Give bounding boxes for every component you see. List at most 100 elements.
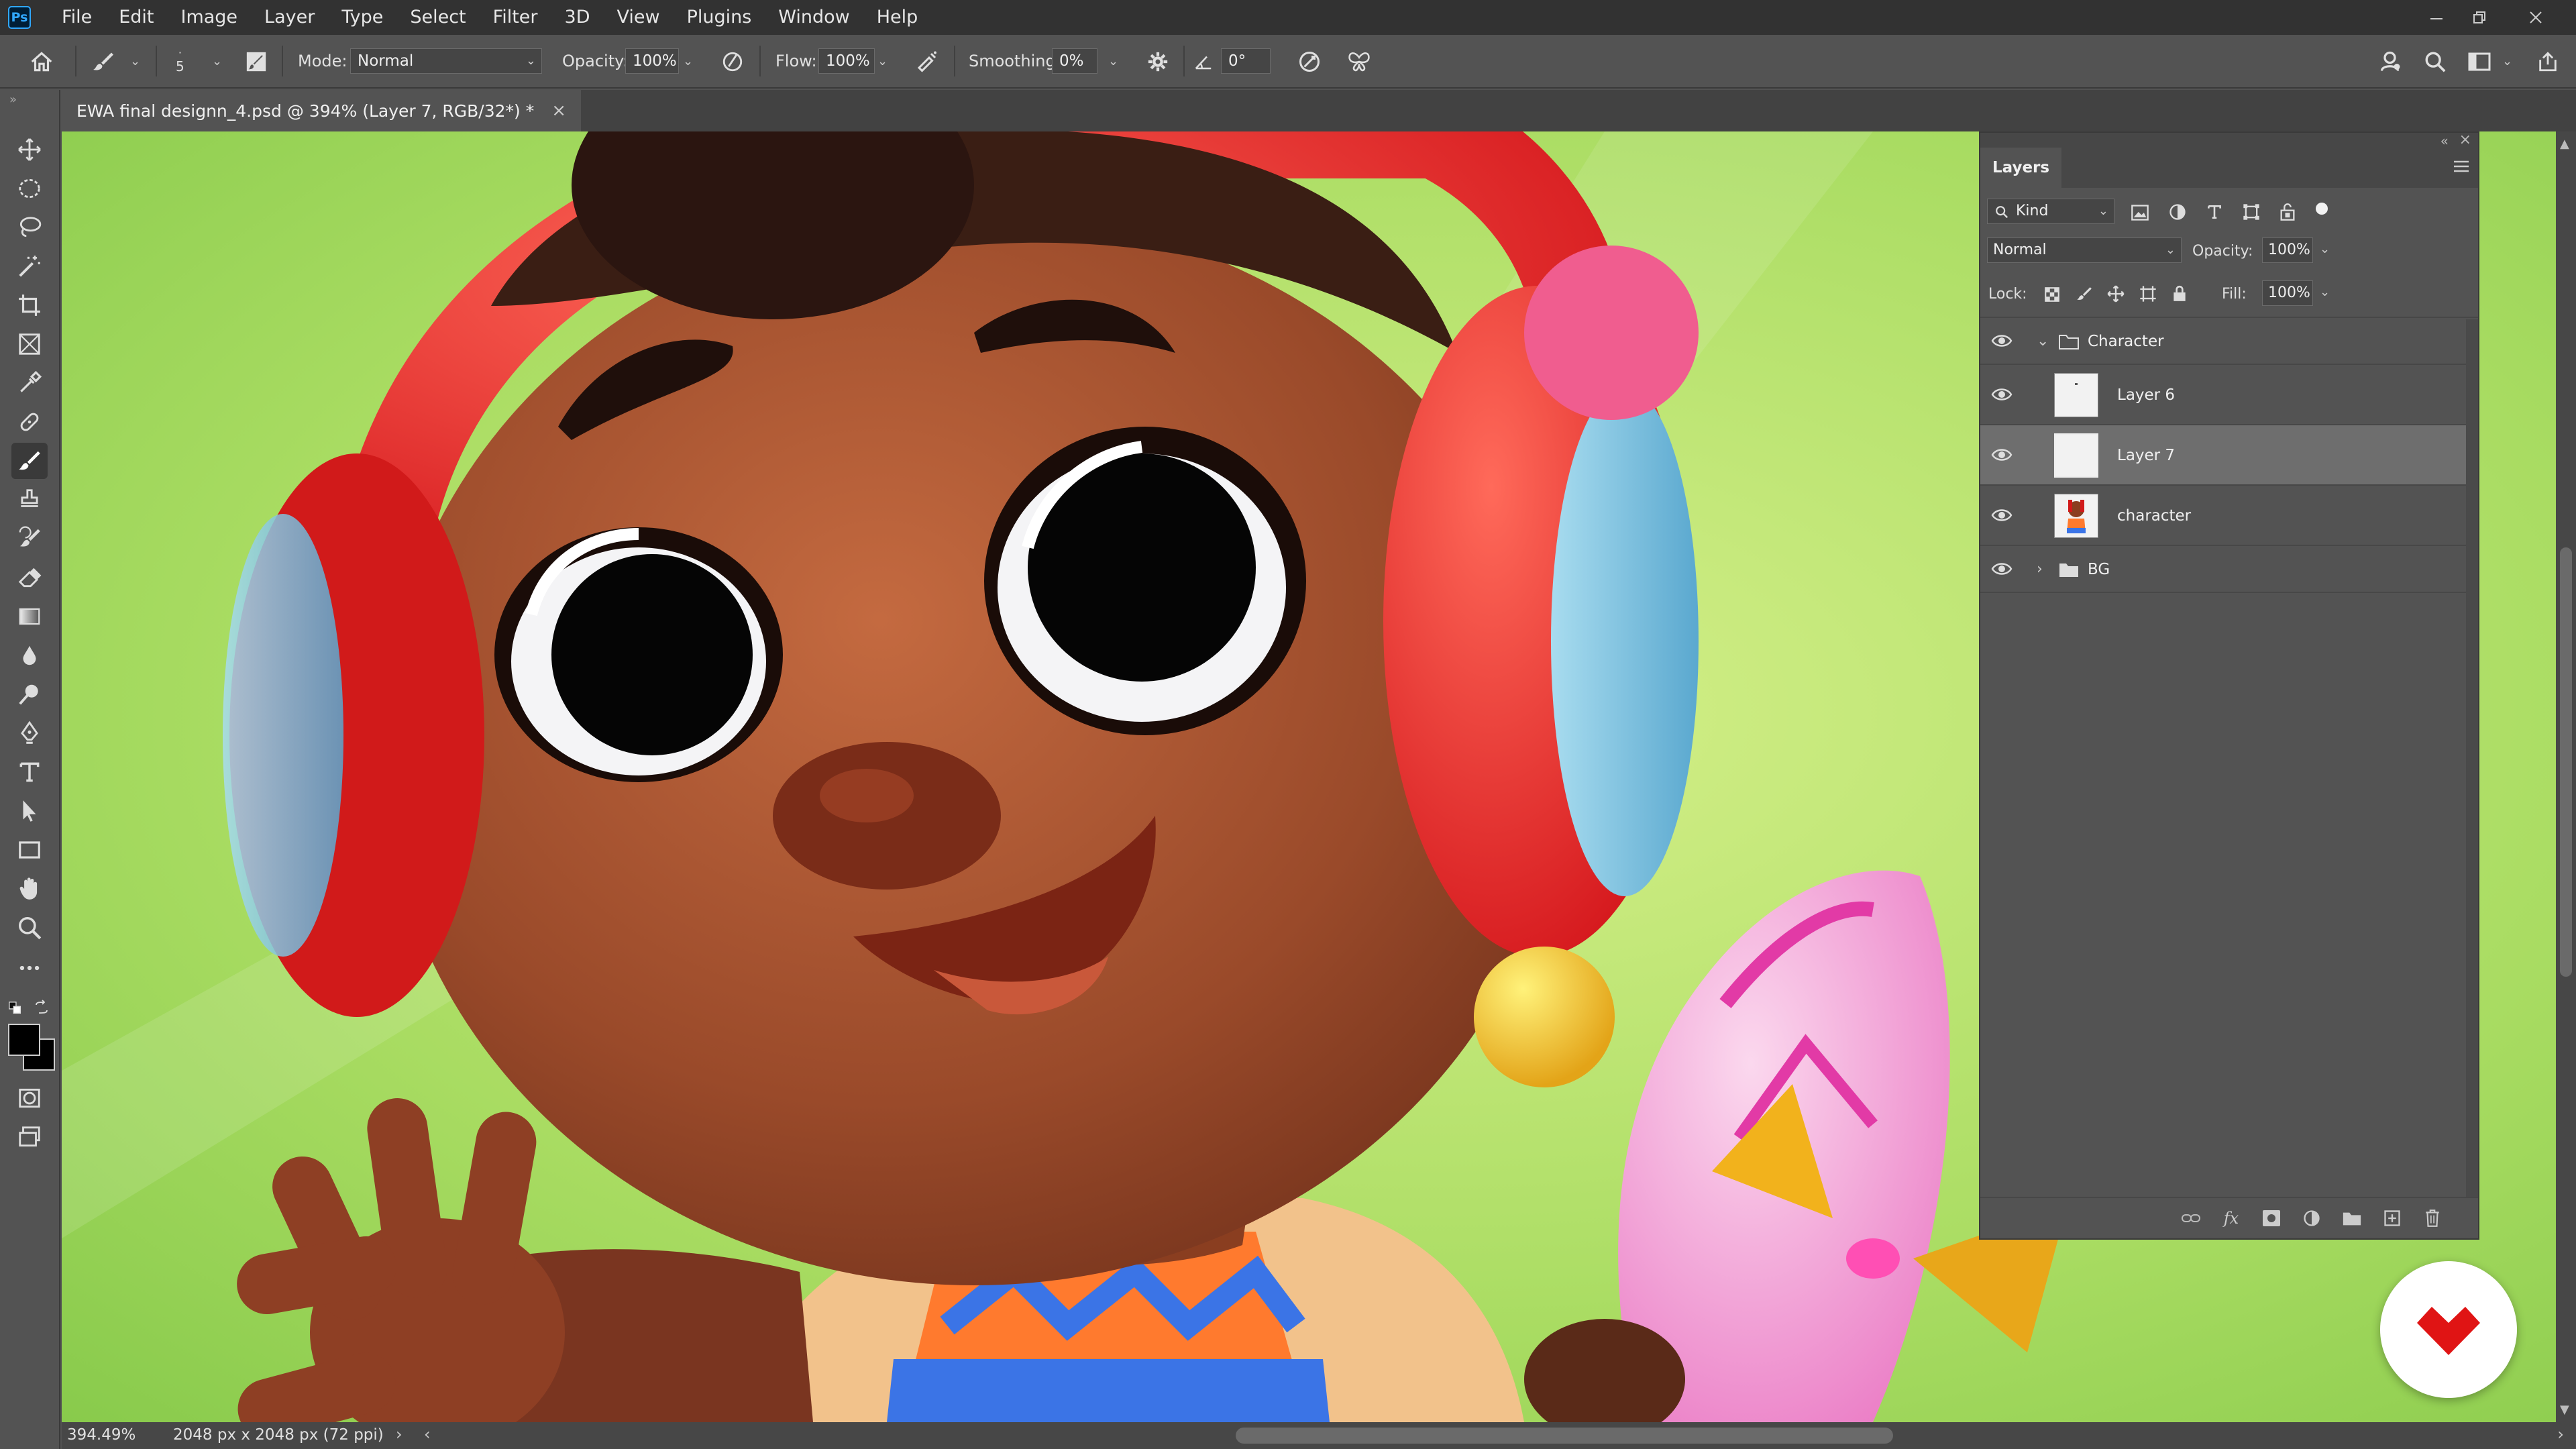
layer-style-fx-icon[interactable]: fx xyxy=(2219,1206,2243,1230)
lock-position-icon[interactable] xyxy=(2106,284,2125,306)
new-group-folder-icon[interactable] xyxy=(2340,1206,2364,1230)
minimize-icon[interactable] xyxy=(2412,0,2461,35)
layer-row-layer-7[interactable]: Layer 7 xyxy=(1980,425,2466,486)
share-user-icon[interactable] xyxy=(2377,48,2404,75)
add-layer-mask-icon[interactable] xyxy=(2259,1206,2284,1230)
layer-group-bg[interactable]: › BG xyxy=(1980,546,2466,593)
airbrush-icon[interactable] xyxy=(914,48,941,75)
layer-row-character[interactable]: character xyxy=(1980,486,2466,546)
document-tab[interactable]: EWA final designn_4.psd @ 394% (Layer 7,… xyxy=(62,90,582,131)
opacity-dropdown[interactable]: ⌄ xyxy=(683,35,693,87)
lock-image-pixels-icon[interactable] xyxy=(2076,286,2093,306)
menu-image[interactable]: Image xyxy=(167,0,251,35)
fill-input[interactable]: 100% xyxy=(2262,280,2313,306)
filter-pixel-layers-icon[interactable] xyxy=(2131,204,2149,224)
smoothing-dropdown[interactable]: ⌄ xyxy=(1108,35,1118,87)
workspace-dropdown[interactable]: ⌄ xyxy=(2502,35,2512,87)
visibility-eye-icon[interactable] xyxy=(1991,331,2012,350)
blur-tool-icon[interactable] xyxy=(11,637,48,674)
collapse-toolbar-icon[interactable]: » xyxy=(9,93,17,107)
restore-icon[interactable] xyxy=(2455,0,2504,35)
brush-settings-panel-icon[interactable] xyxy=(243,48,270,75)
gradient-tool-icon[interactable] xyxy=(11,598,48,635)
brush-preset-dropdown[interactable]: ⌄ xyxy=(130,35,140,87)
menu-window[interactable]: Window xyxy=(765,0,863,35)
search-icon[interactable] xyxy=(2422,48,2449,75)
visibility-eye-icon[interactable] xyxy=(1991,445,2012,464)
zoom-level[interactable]: 394.49% xyxy=(67,1426,136,1444)
menu-view[interactable]: View xyxy=(603,0,673,35)
group-collapse-chevron-icon[interactable]: › xyxy=(2037,559,2050,580)
scroll-right-arrow-icon[interactable]: › xyxy=(2557,1425,2564,1444)
scroll-left-arrow-icon[interactable]: ‹ xyxy=(424,1425,431,1444)
eyedropper-tool-icon[interactable] xyxy=(11,365,48,401)
scroll-up-arrow-icon[interactable]: ▲ xyxy=(2560,137,2569,151)
quick-mask-icon[interactable] xyxy=(11,1080,48,1116)
elliptical-marquee-tool-icon[interactable] xyxy=(11,170,48,207)
vertical-scrollbar[interactable]: ▲ ▼ xyxy=(2556,131,2576,1422)
layer-opacity-input[interactable]: 100% xyxy=(2262,237,2313,263)
menu-select[interactable]: Select xyxy=(396,0,479,35)
filter-toggle-icon[interactable] xyxy=(2316,203,2328,215)
vertical-scroll-thumb[interactable] xyxy=(2560,547,2572,977)
history-brush-tool-icon[interactable] xyxy=(11,521,48,557)
layer-row-layer-6[interactable]: Layer 6 xyxy=(1980,365,2466,425)
move-tool-icon[interactable] xyxy=(11,131,48,168)
layer-opacity-dropdown[interactable]: ⌄ xyxy=(2320,240,2330,257)
brush-size-picker[interactable]: · 5 xyxy=(176,35,184,87)
edit-toolbar-more-icon[interactable] xyxy=(11,950,48,986)
menu-plugins[interactable]: Plugins xyxy=(674,0,765,35)
zoom-tool-icon[interactable] xyxy=(11,910,48,946)
filter-shape-layers-icon[interactable] xyxy=(2242,203,2261,224)
horizontal-scroll-thumb[interactable] xyxy=(1236,1428,1893,1444)
layer-group-character[interactable]: ⌄ Character xyxy=(1980,318,2466,365)
group-expand-chevron-icon[interactable]: ⌄ xyxy=(2037,331,2050,352)
smoothing-input[interactable]: 0% xyxy=(1052,48,1097,74)
share-export-icon[interactable] xyxy=(2534,48,2561,75)
new-layer-icon[interactable] xyxy=(2380,1206,2404,1230)
symmetry-butterfly-icon[interactable] xyxy=(1346,48,1373,75)
scroll-down-arrow-icon[interactable]: ▼ xyxy=(2560,1403,2569,1417)
menu-help[interactable]: Help xyxy=(863,0,932,35)
menu-type[interactable]: Type xyxy=(328,0,396,35)
rectangle-tool-icon[interactable] xyxy=(11,832,48,868)
lock-all-icon[interactable] xyxy=(2171,284,2188,306)
link-layers-icon[interactable] xyxy=(2179,1206,2203,1230)
close-window-icon[interactable] xyxy=(2512,0,2560,35)
blend-mode-dropdown[interactable]: Normal ⌄ xyxy=(1987,237,2182,263)
brush-angle-input[interactable]: 0° xyxy=(1221,48,1271,74)
delete-layer-trash-icon[interactable] xyxy=(2420,1206,2445,1230)
visibility-eye-icon[interactable] xyxy=(1991,506,2012,525)
frame-tool-icon[interactable] xyxy=(11,326,48,362)
path-selection-tool-icon[interactable] xyxy=(11,793,48,829)
clone-stamp-tool-icon[interactable] xyxy=(11,482,48,518)
filter-smart-objects-icon[interactable] xyxy=(2278,203,2297,224)
mode-dropdown[interactable]: Normal ⌄ xyxy=(350,48,542,74)
layers-scrollbar[interactable] xyxy=(2466,319,2478,1198)
close-tab-icon[interactable]: × xyxy=(551,101,566,121)
magic-wand-tool-icon[interactable] xyxy=(11,248,48,284)
dodge-tool-icon[interactable] xyxy=(11,676,48,712)
default-colors-icon[interactable] xyxy=(8,1001,25,1016)
new-adjustment-layer-icon[interactable] xyxy=(2300,1206,2324,1230)
visibility-eye-icon[interactable] xyxy=(1991,385,2012,404)
foreground-color-swatch[interactable] xyxy=(8,1024,40,1056)
type-tool-icon[interactable] xyxy=(11,754,48,790)
filter-kind-dropdown[interactable]: Kind ⌄ xyxy=(1987,199,2114,224)
filter-type-layers-icon[interactable] xyxy=(2206,203,2223,224)
menu-file[interactable]: File xyxy=(48,0,105,35)
panel-menu-icon[interactable] xyxy=(2453,160,2470,176)
menu-edit[interactable]: Edit xyxy=(105,0,167,35)
lock-transparent-pixels-icon[interactable] xyxy=(2043,286,2061,306)
collapse-panel-icon[interactable]: « xyxy=(2440,133,2449,149)
brush-preset-icon[interactable] xyxy=(90,48,117,75)
brush-tool-icon[interactable] xyxy=(11,443,48,479)
menu-layer[interactable]: Layer xyxy=(251,0,328,35)
swap-colors-icon[interactable] xyxy=(34,1000,51,1016)
lasso-tool-icon[interactable] xyxy=(11,209,48,246)
crop-tool-icon[interactable] xyxy=(11,287,48,323)
flow-input[interactable]: 100% xyxy=(818,48,875,74)
eraser-tool-icon[interactable] xyxy=(11,559,48,596)
visibility-eye-icon[interactable] xyxy=(1991,559,2012,578)
status-menu-arrow-icon[interactable]: › xyxy=(396,1425,402,1444)
